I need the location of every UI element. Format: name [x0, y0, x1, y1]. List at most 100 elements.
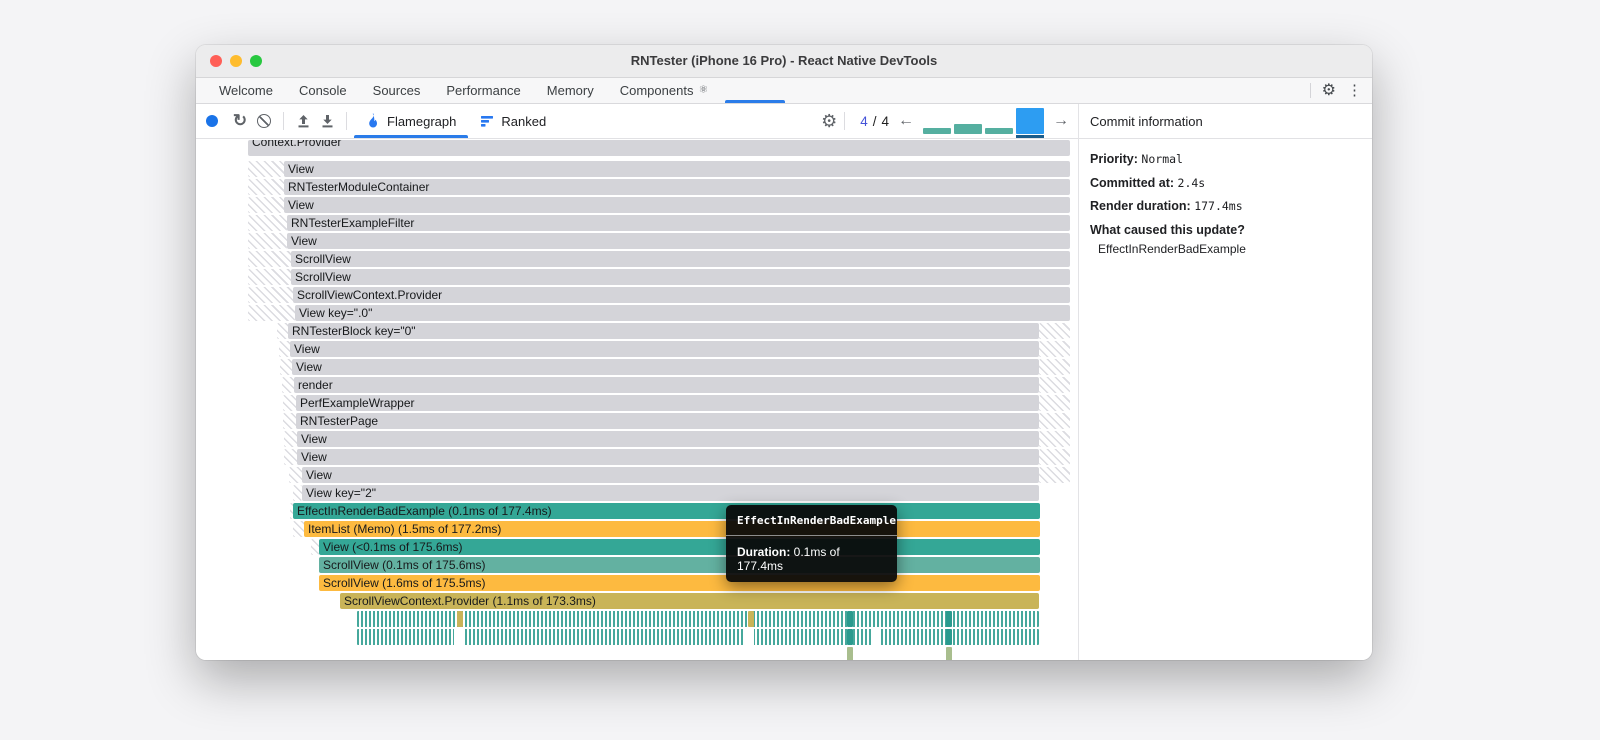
flame-bar[interactable]: View key="2"	[302, 485, 1039, 501]
flame-bar-label: EffectInRenderBadExample (0.1ms of 177.4…	[297, 504, 552, 518]
flame-bar-small[interactable]	[946, 611, 952, 627]
commit-bar-2[interactable]	[954, 124, 982, 134]
flame-bar-tiny[interactable]	[946, 647, 952, 660]
flame-bar[interactable]: RNTesterModuleContainer	[284, 179, 1070, 195]
next-commit-arrow-icon[interactable]: →	[1052, 104, 1070, 138]
hatch-region	[1039, 431, 1070, 447]
flame-bar[interactable]: View	[297, 449, 1039, 465]
flame-bar-label: ScrollView (1.6ms of 175.5ms)	[323, 576, 486, 590]
flame-dense-row[interactable]	[357, 611, 1039, 627]
flame-bar-small[interactable]	[847, 629, 853, 645]
priority-label: Priority:	[1090, 152, 1138, 166]
flame-bar[interactable]: ScrollView	[291, 251, 1070, 267]
flame-bar[interactable]: render	[294, 377, 1039, 393]
hatch-region	[280, 359, 292, 375]
commit-bar-1[interactable]	[923, 128, 951, 134]
tab-performance[interactable]: Performance	[433, 78, 533, 103]
flame-bar-label: RNTesterExampleFilter	[291, 216, 415, 230]
flame-bar[interactable]: View	[297, 431, 1039, 447]
commit-bar-4-selected[interactable]	[1016, 108, 1044, 138]
flame-bar[interactable]: ScrollViewContext.Provider	[293, 287, 1070, 303]
flame-bar[interactable]: View	[290, 341, 1039, 357]
commit-info-panel: Commit information Priority: Normal Comm…	[1079, 104, 1372, 660]
tab-welcome[interactable]: Welcome	[206, 78, 286, 103]
export-profile-icon[interactable]	[315, 104, 339, 138]
flame-bar[interactable]: ScrollView (0.1ms of 175.6ms)	[319, 557, 1040, 573]
devtools-window: RNTester (iPhone 16 Pro) - React Native …	[196, 45, 1372, 660]
flame-bar[interactable]: PerfExampleWrapper	[296, 395, 1039, 411]
toolbar-divider	[844, 112, 846, 130]
tab-console[interactable]: Console	[286, 78, 360, 103]
flame-bar[interactable]: RNTesterBlock key="0"	[288, 323, 1039, 339]
tooltip-duration: Duration: 0.1ms of 177.4ms	[726, 536, 897, 582]
flame-bar[interactable]: RNTesterPage	[296, 413, 1039, 429]
reload-and-profile-icon[interactable]: ↻	[228, 104, 252, 138]
dense-gap	[743, 628, 754, 646]
hatch-region	[289, 467, 302, 483]
flame-bar[interactable]: View	[292, 359, 1039, 375]
toolbar-divider	[346, 112, 347, 130]
selected-commit-underline	[1016, 135, 1044, 138]
hatch-region	[283, 413, 296, 429]
flame-bar[interactable]: View key=".0"	[295, 305, 1070, 321]
flame-bar-label: PerfExampleWrapper	[300, 396, 415, 410]
hatch-region	[1039, 323, 1070, 339]
clear-profile-icon[interactable]	[252, 104, 276, 138]
more-menu-icon[interactable]: ⋮	[1347, 83, 1362, 98]
flame-bar-label: View key=".0"	[299, 306, 373, 320]
flame-bar-label: ScrollViewContext.Provider (1.1ms of 173…	[344, 594, 596, 608]
tab-flamegraph-label: Flamegraph	[387, 113, 457, 129]
flame-bar[interactable]: View	[284, 161, 1070, 177]
tab-ranked[interactable]: Ranked	[468, 104, 558, 138]
flame-bar[interactable]: View	[287, 233, 1070, 249]
flame-bar-tiny[interactable]	[847, 647, 853, 660]
flame-icon	[369, 113, 377, 128]
block-icon	[257, 114, 271, 128]
flame-bar-small[interactable]	[946, 629, 952, 645]
flame-bar[interactable]: View	[302, 467, 1039, 483]
settings-gear-icon[interactable]: ⚙	[1322, 82, 1336, 99]
tab-bar: Welcome Console Sources Performance Memory Co…	[196, 78, 1372, 104]
render-duration-label: Render duration:	[1090, 199, 1191, 213]
update-cause-value[interactable]: EffectInRenderBadExample	[1090, 242, 1361, 256]
flame-bar-label: RNTesterPage	[300, 414, 379, 428]
dense-gap	[873, 628, 879, 646]
tab-profiler[interactable]	[721, 78, 789, 103]
hatch-region	[1039, 467, 1070, 483]
flame-bar-label: ScrollView	[295, 252, 351, 266]
hatch-region	[1039, 449, 1070, 465]
flame-bar[interactable]: ScrollView	[291, 269, 1070, 285]
commit-selector[interactable]	[923, 104, 1044, 138]
tab-flamegraph[interactable]: Flamegraph	[354, 104, 469, 138]
flame-bar[interactable]: View (<0.1ms of 175.6ms)	[319, 539, 1040, 555]
flame-bar[interactable]: EffectInRenderBadExample (0.1ms of 177.4…	[293, 503, 1040, 519]
flame-bar[interactable]: ScrollView (1.6ms of 175.5ms)	[319, 575, 1040, 591]
flame-bar-small[interactable]	[457, 611, 463, 627]
commit-bar-3[interactable]	[985, 128, 1013, 134]
tab-components[interactable]: Components ⚛	[607, 78, 722, 103]
profiler-settings-icon[interactable]: ⚙	[821, 104, 837, 138]
flame-bar-label: ScrollView (0.1ms of 175.6ms)	[323, 558, 486, 572]
flame-dense-row[interactable]	[357, 628, 1039, 646]
flame-bar-small[interactable]	[748, 611, 754, 627]
record-button[interactable]	[206, 115, 218, 127]
render-duration-value: 177.4ms	[1194, 199, 1243, 213]
flame-bar-label: RNTesterBlock key="0"	[292, 324, 416, 338]
flame-bar-small[interactable]	[847, 611, 853, 627]
tab-strip: Welcome Console Sources Performance Memory Co…	[206, 78, 789, 103]
hatch-region	[277, 323, 288, 339]
tab-label: Welcome	[219, 83, 273, 98]
hatch-region	[293, 521, 304, 537]
previous-commit-arrow-icon[interactable]: ←	[897, 104, 915, 138]
flame-bar[interactable]: ItemList (Memo) (1.5ms of 177.2ms)	[304, 521, 1040, 537]
flame-bar[interactable]: Context.Provider	[248, 140, 1070, 156]
hatch-region	[1039, 413, 1070, 429]
hatch-region	[248, 233, 287, 249]
flame-bar[interactable]: RNTesterExampleFilter	[287, 215, 1070, 231]
tab-sources[interactable]: Sources	[360, 78, 434, 103]
tab-memory[interactable]: Memory	[534, 78, 607, 103]
import-profile-icon[interactable]	[291, 104, 315, 138]
flame-bar[interactable]: ScrollViewContext.Provider (1.1ms of 173…	[340, 593, 1039, 609]
tab-bar-divider	[1309, 83, 1311, 98]
flame-bar[interactable]: View	[284, 197, 1070, 213]
